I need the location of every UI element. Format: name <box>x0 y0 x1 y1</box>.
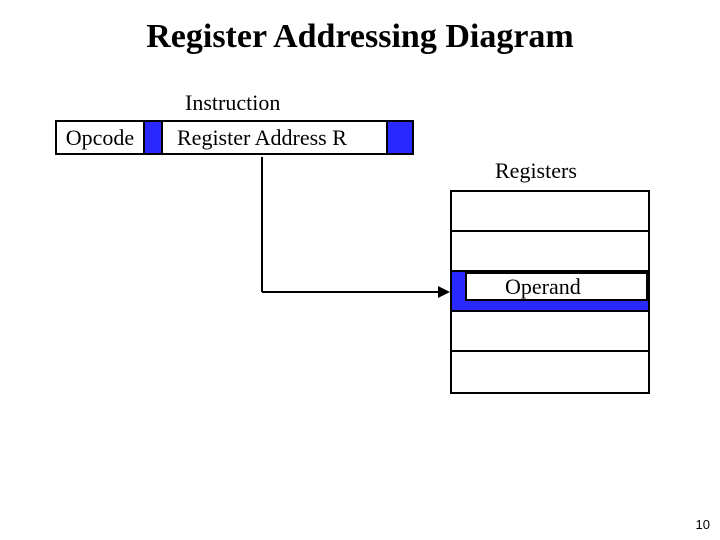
register-row <box>452 192 648 232</box>
opcode-cell: Opcode <box>55 120 145 155</box>
page-number: 10 <box>696 517 710 532</box>
register-row <box>452 352 648 392</box>
instruction-label: Instruction <box>185 90 280 116</box>
operand-row: Operand <box>452 272 648 312</box>
register-row <box>452 312 648 352</box>
operand-label: Operand <box>465 272 648 301</box>
register-row <box>452 232 648 272</box>
page-title: Register Addressing Diagram <box>0 18 720 56</box>
registers-box: Operand <box>450 190 650 394</box>
registers-label: Registers <box>495 158 577 184</box>
register-address-cell: Register Address R <box>161 120 388 155</box>
